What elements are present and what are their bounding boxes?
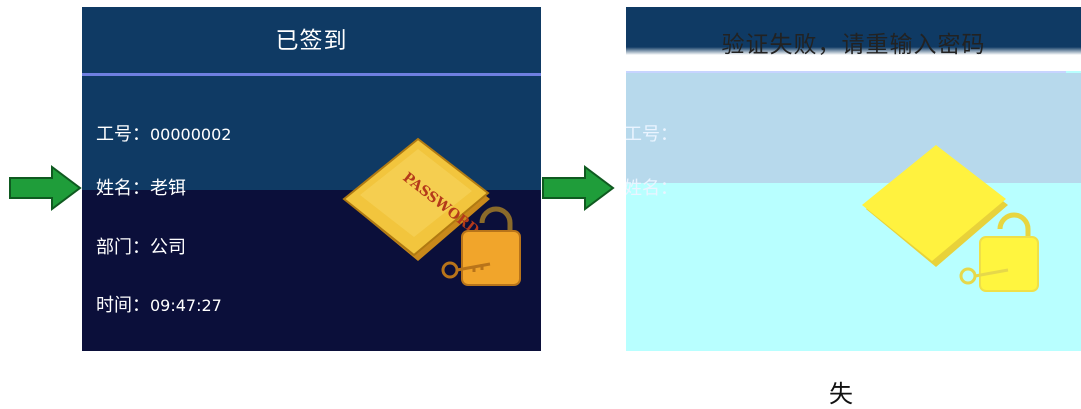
employee-name-row: 姓名：老铒 xyxy=(96,174,186,200)
password-book-lock-icon: PASSWORD xyxy=(342,137,521,286)
employee-name-value: 老铒 xyxy=(150,178,186,199)
employee-id-row: 工号： xyxy=(626,120,678,146)
time-value: 09:47:27 xyxy=(150,296,222,315)
verification-failed-title: 验证失败，请重输入密码 xyxy=(721,32,986,58)
employee-id-label: 工号： xyxy=(96,124,150,145)
green-arrow-icon xyxy=(9,165,82,211)
employee-name-label: 姓名： xyxy=(626,178,678,199)
employee-id-value: 00000002 xyxy=(150,125,232,144)
checkin-success-screen: 已签到 工号：00000002 姓名：老铒 部门：公司 时间：09:47:27 … xyxy=(82,7,541,351)
employee-id-row: 工号：00000002 xyxy=(96,120,231,146)
department-row: 部门：公司 xyxy=(96,233,186,259)
password-book-lock-icon xyxy=(862,145,1039,292)
verification-failed-screen: 验证失败，请重输入密码 工号： 姓名： xyxy=(626,7,1081,351)
time-row: 时间：09:47:27 xyxy=(96,291,222,317)
employee-name-row: 姓名： xyxy=(626,174,678,200)
department-label: 部门： xyxy=(96,237,150,258)
figure-caption: 失 xyxy=(829,380,853,408)
time-label: 时间： xyxy=(96,295,150,316)
employee-id-label: 工号： xyxy=(626,124,678,145)
green-arrow-icon xyxy=(542,165,615,211)
department-value: 公司 xyxy=(150,237,186,258)
employee-name-label: 姓名： xyxy=(96,178,150,199)
checkin-status-title: 已签到 xyxy=(275,28,348,54)
